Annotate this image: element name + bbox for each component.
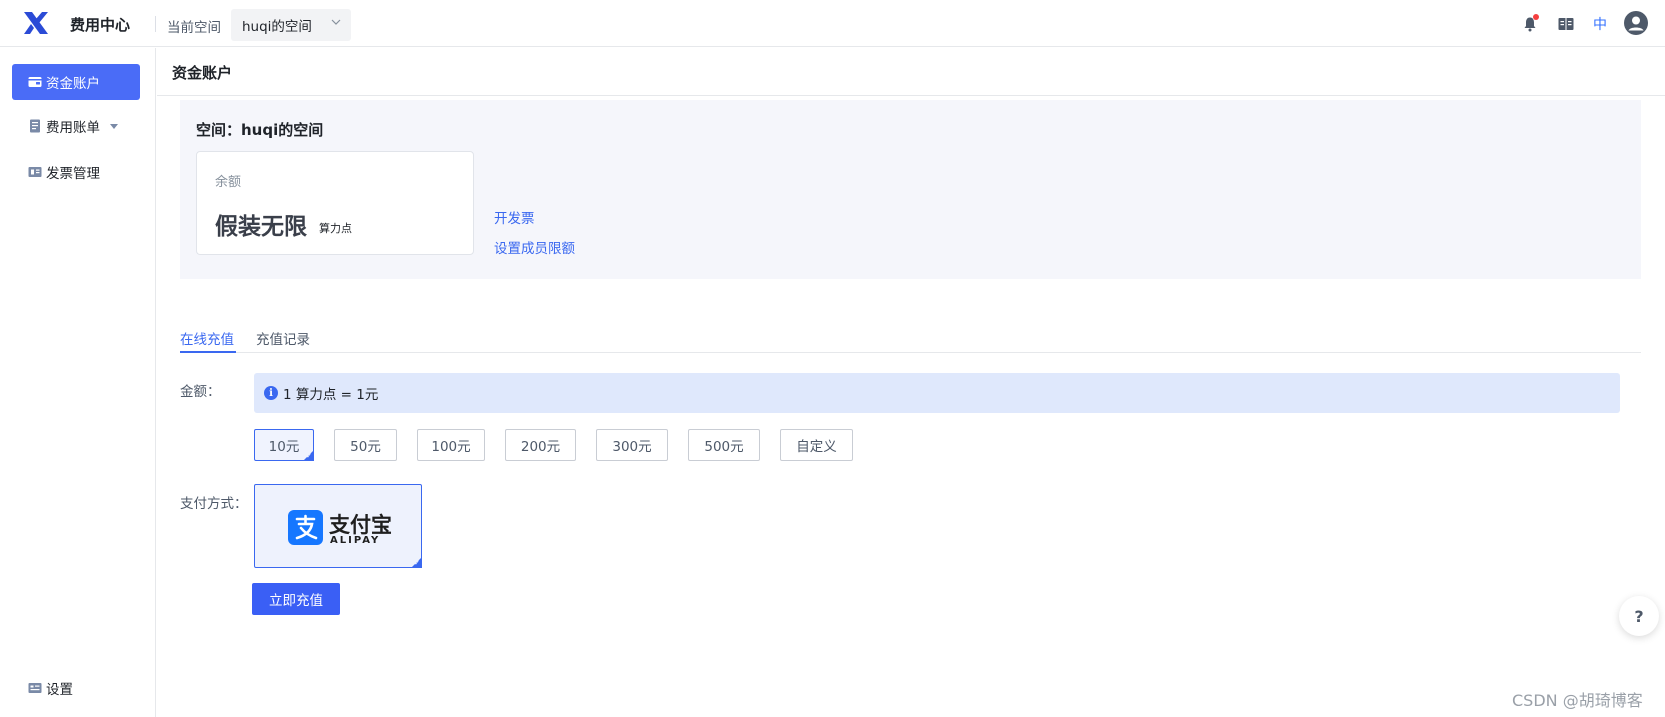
- caret-down-icon: [110, 123, 118, 129]
- watermark: CSDN @胡琦博客: [1512, 691, 1643, 710]
- space-title: 空间：huqi的空间: [196, 121, 324, 139]
- amount-option-label: 500元: [704, 439, 744, 455]
- amount-option-label: 10元: [268, 439, 300, 455]
- notification-badge: [1533, 14, 1539, 20]
- account-panel: 空间：huqi的空间 余额 假装无限 算力点 开发票 设置成员限额: [180, 100, 1641, 279]
- rate-info-text: 1 算力点 = 1元: [283, 387, 379, 403]
- chevron-down-icon: [331, 19, 341, 25]
- balance-card: 余额 假装无限 算力点: [196, 151, 474, 255]
- sidebar-item-label: 费用账单: [46, 120, 100, 136]
- check-icon: ✓: [414, 559, 420, 567]
- sidebar-item-fund-account[interactable]: 资金账户: [12, 64, 140, 100]
- balance-unit: 算力点: [319, 222, 352, 235]
- help-button[interactable]: ?: [1619, 596, 1659, 636]
- tab-online-recharge[interactable]: 在线充值: [180, 328, 234, 348]
- active-tab-indicator: [180, 351, 236, 353]
- docs-button[interactable]: [1556, 14, 1576, 34]
- logo-icon[interactable]: [22, 10, 50, 36]
- info-icon: i: [264, 386, 278, 400]
- user-icon: [1628, 16, 1644, 31]
- recharge-tabs: 在线充值 充值记录: [180, 322, 1641, 353]
- sidebar-item-label: 资金账户: [46, 76, 100, 92]
- check-icon: ✓: [306, 452, 312, 460]
- amount-option-label: 100元: [431, 439, 471, 455]
- book-icon: [1558, 18, 1574, 30]
- settings-icon: [28, 682, 42, 694]
- sidebar-item-invoices[interactable]: 发票管理: [12, 154, 140, 190]
- amount-option-10[interactable]: 10元 ✓: [254, 429, 314, 461]
- alipay-option[interactable]: 支付宝 ALIPAY ✓: [254, 484, 422, 568]
- amount-option-50[interactable]: 50元: [334, 429, 397, 461]
- alipay-subtitle: ALIPAY: [330, 535, 381, 546]
- space-select-value: huqi的空间: [242, 19, 312, 35]
- balance-value: 假装无限: [215, 214, 307, 240]
- sidebar-item-settings[interactable]: 设置: [12, 670, 140, 706]
- sidebar-item-label: 发票管理: [46, 166, 100, 182]
- amount-option-label: 自定义: [796, 439, 837, 455]
- header-divider: [155, 16, 156, 32]
- amount-option-500[interactable]: 500元: [688, 429, 760, 461]
- tab-recharge-history[interactable]: 充值记录: [256, 328, 310, 348]
- space-select[interactable]: huqi的空间: [231, 9, 351, 41]
- amount-option-label: 200元: [520, 439, 561, 455]
- member-limit-link[interactable]: 设置成员限额: [494, 237, 575, 257]
- recharge-now-button[interactable]: 立即充值: [252, 583, 340, 615]
- amount-option-custom[interactable]: 自定义: [780, 429, 853, 461]
- payment-method-label: 支付方式：: [180, 496, 248, 512]
- page-title: 资金账户: [172, 64, 233, 82]
- sidebar-item-label: 设置: [46, 682, 73, 698]
- amount-option-200[interactable]: 200元: [505, 429, 576, 461]
- app-title: 费用中心: [70, 16, 131, 34]
- amount-option-label: 50元: [350, 439, 381, 455]
- language-switch[interactable]: 中: [1590, 14, 1610, 34]
- wallet-icon: [28, 76, 42, 88]
- bill-icon: [28, 119, 42, 133]
- amount-option-100[interactable]: 100元: [417, 429, 485, 461]
- amount-label: 金额：: [180, 384, 221, 400]
- alipay-icon: [288, 510, 323, 545]
- sidebar: 资金账户 费用账单 发票管理 设置: [0, 48, 156, 717]
- main-title-bar: 资金账户: [157, 48, 1665, 96]
- amount-option-label: 300元: [612, 439, 652, 455]
- invoice-icon: [28, 166, 42, 178]
- issue-invoice-link[interactable]: 开发票: [494, 207, 535, 227]
- current-space-label: 当前空间: [167, 20, 221, 36]
- rate-info-bar: i 1 算力点 = 1元: [254, 373, 1620, 413]
- balance-label: 余额: [215, 175, 242, 190]
- top-header: 费用中心 当前空间 huqi的空间 中: [0, 0, 1665, 47]
- amount-option-300[interactable]: 300元: [596, 429, 668, 461]
- sidebar-item-bills[interactable]: 费用账单: [12, 108, 140, 144]
- avatar[interactable]: [1624, 11, 1648, 35]
- notification-button[interactable]: [1520, 14, 1540, 34]
